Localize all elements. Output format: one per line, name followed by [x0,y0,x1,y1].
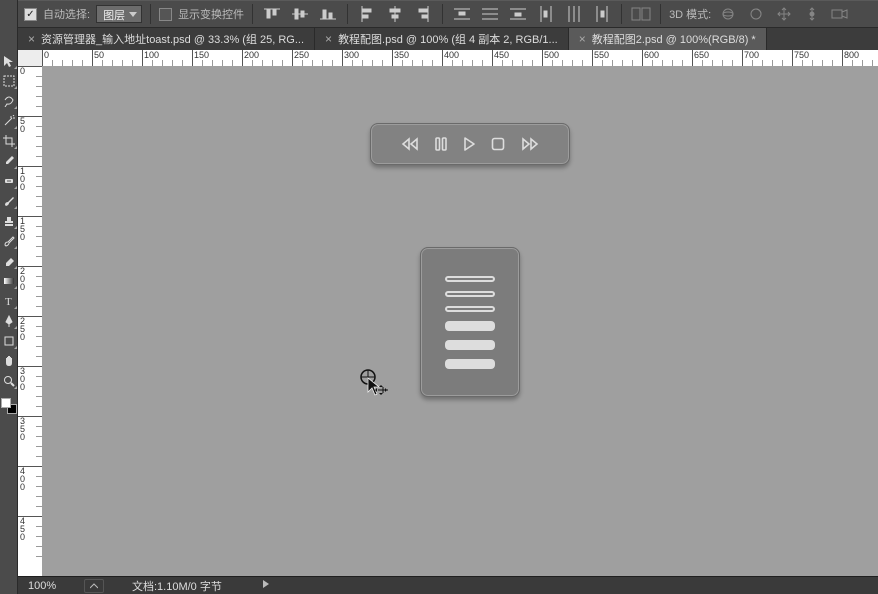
canvas[interactable] [72,80,870,568]
dist-v-center-icon[interactable] [479,4,501,24]
horizontal-ruler[interactable]: 0501001502002503003504004505005506006507… [42,50,878,66]
tab-title: 教程配图2.psd @ 100%(RGB/8) * [592,31,756,47]
align-right-edges-icon[interactable] [412,4,434,24]
auto-select-checkbox[interactable]: ✓ [24,8,37,21]
mode-3d-label: 3D 模式: [669,6,711,22]
align-top-edges-icon[interactable] [261,4,283,24]
fg-color-swatch[interactable] [1,398,11,408]
close-icon[interactable]: × [579,32,586,46]
list-card [420,247,520,397]
slide-3d-icon[interactable] [801,4,823,24]
doc-info-menu-icon[interactable] [262,579,270,592]
tool-eyedropper[interactable] [0,152,18,170]
dist-left-icon[interactable] [535,4,557,24]
document-tab[interactable]: × 教程配图.psd @ 100% (组 4 副本 2, RGB/1... [315,28,569,50]
zoom-level[interactable]: 100% [18,580,76,592]
play-icon[interactable] [463,137,475,151]
status-bar: 100% 文档:1.10M/0 字节 [18,576,878,594]
document-tabs: × 资源管理器_输入地址toast.psd @ 33.3% (组 25, RG.… [18,28,878,50]
align-h-centers-icon[interactable] [384,4,406,24]
list-row-outline [445,306,495,312]
tab-title: 教程配图.psd @ 100% (组 4 副本 2, RGB/1... [338,31,558,47]
auto-select-label: 自动选择: [43,6,90,22]
list-row-fill [445,359,495,369]
tool-history-brush[interactable] [0,232,18,250]
tool-gradient[interactable] [0,272,18,290]
rewind-icon[interactable] [401,137,419,151]
show-transform-label: 显示变换控件 [178,6,244,22]
list-row-fill [445,340,495,350]
move-cursor-icon [358,368,388,401]
tab-title: 资源管理器_输入地址toast.psd @ 33.3% (组 25, RG... [41,31,304,47]
close-icon[interactable]: × [325,32,332,46]
zoom-popup-icon[interactable] [84,579,104,593]
dist-h-center-icon[interactable] [563,4,585,24]
tool-move[interactable] [0,52,18,70]
playback-bar [370,123,570,165]
list-row-outline [445,291,495,297]
canvas-background [42,66,878,576]
auto-select-target-select[interactable]: 图层 [96,5,142,23]
list-row-outline [445,276,495,282]
list-row-fill [445,321,495,331]
pan-3d-icon[interactable] [773,4,795,24]
color-swatches[interactable] [1,398,17,414]
tool-marquee[interactable] [0,72,18,90]
tool-wand[interactable] [0,112,18,130]
tool-shape[interactable] [0,332,18,350]
align-left-edges-icon[interactable] [356,4,378,24]
tool-zoom[interactable] [0,372,18,390]
tool-crop[interactable] [0,132,18,150]
tool-heal[interactable] [0,172,18,190]
tool-eraser[interactable] [0,252,18,270]
show-transform-checkbox[interactable] [159,8,172,21]
stop-icon[interactable] [491,137,505,151]
document-tab[interactable]: × 资源管理器_输入地址toast.psd @ 33.3% (组 25, RG.… [18,28,315,50]
pause-icon[interactable] [435,137,447,151]
roll-3d-icon[interactable] [745,4,767,24]
tool-lasso[interactable] [0,92,18,110]
tool-type[interactable]: T [0,292,18,310]
dist-top-icon[interactable] [451,4,473,24]
tool-brush[interactable] [0,192,18,210]
close-icon[interactable]: × [28,32,35,46]
svg-text:T: T [5,296,12,307]
ruler-corner[interactable] [18,50,42,66]
tool-hand[interactable] [0,352,18,370]
forward-icon[interactable] [521,137,539,151]
align-v-centers-icon[interactable] [289,4,311,24]
align-bottom-edges-icon[interactable] [317,4,339,24]
options-bar: ✓ 自动选择: 图层 显示变换控件 3D 模式: [18,0,878,28]
vertical-ruler[interactable]: 05 01 0 01 5 02 0 02 5 03 0 03 5 04 0 04… [18,66,42,576]
auto-align-icon[interactable] [630,4,652,24]
dist-bottom-icon[interactable] [507,4,529,24]
camera-3d-icon[interactable] [829,4,851,24]
orbit-3d-icon[interactable] [717,4,739,24]
doc-info[interactable]: 文档:1.10M/0 字节 [112,578,222,594]
tool-pen[interactable] [0,312,18,330]
work-area: 0501001502002503003504004505005506006507… [18,50,878,576]
toolbox: T [0,0,18,594]
tool-stamp[interactable] [0,212,18,230]
dist-right-icon[interactable] [591,4,613,24]
document-tab[interactable]: × 教程配图2.psd @ 100%(RGB/8) * [569,28,767,50]
